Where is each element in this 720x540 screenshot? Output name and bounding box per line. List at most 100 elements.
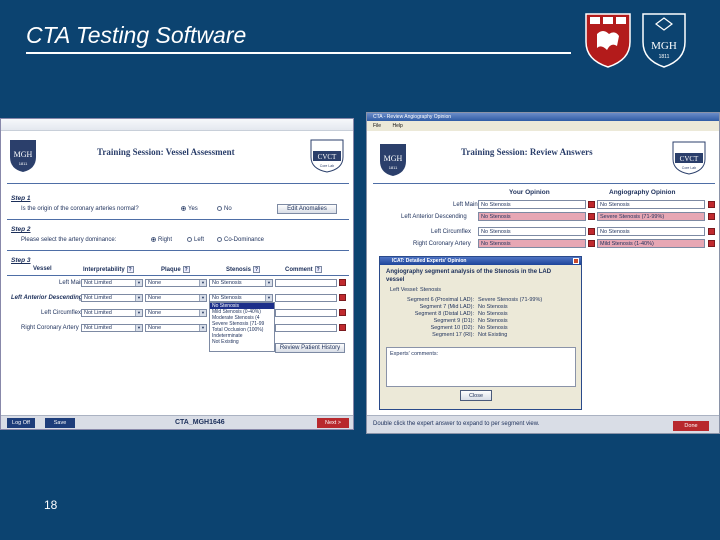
vessel-label: Left Anterior Descending (401, 214, 467, 220)
svg-text:MGH: MGH (14, 150, 33, 159)
radio-yes[interactable]: Yes (181, 206, 198, 212)
save-button[interactable]: Save (45, 418, 75, 428)
stenosis-select[interactable]: No Stenosis ▼ (209, 294, 273, 302)
cvct-badge-icon: CVCT Core Lab (672, 141, 706, 175)
plaque-select[interactable]: None ▼ (145, 294, 207, 302)
close-button[interactable]: Close (460, 390, 492, 401)
case-id: CTA_MGH1646 (175, 419, 225, 426)
chevron-down-icon: ▼ (265, 295, 272, 301)
plaque-value: None (148, 325, 162, 331)
comment-input[interactable] (275, 324, 337, 332)
col-plaque: Plaque? (161, 266, 190, 273)
interpretability-select[interactable]: Not Limited ▼ (81, 324, 143, 332)
next-button[interactable]: Next > (317, 418, 349, 428)
comment-input[interactable] (275, 309, 337, 317)
cvct-badge-icon: CVCT Core Lab (310, 139, 344, 173)
chevron-down-icon: ▼ (135, 280, 142, 286)
col-vessel: Vessel (33, 266, 52, 272)
svg-text:1811: 1811 (659, 54, 670, 60)
comment-button[interactable] (339, 309, 346, 316)
comments-label: Experts' comments: (390, 351, 439, 357)
page-number: 18 (44, 498, 58, 512)
expert-opinion-dialog: ICAT: Detailed Experts' Opinion Angiogra… (379, 256, 582, 410)
vessel-label: Left Main (453, 202, 478, 208)
vessel-label: Left Anterior Descending (11, 295, 83, 301)
session-title: Training Session: Review Answers (461, 147, 593, 157)
plaque-select[interactable]: None ▼ (145, 324, 207, 332)
edit-anomalies-button[interactable]: Edit Anomalies (277, 204, 337, 214)
expand-button[interactable] (708, 240, 715, 247)
segment-value: Not Existing (478, 332, 508, 338)
close-icon[interactable] (573, 258, 579, 264)
footer-hint: Double click the expert answer to expand… (373, 421, 540, 427)
expand-button[interactable] (588, 201, 595, 208)
expand-button[interactable] (708, 201, 715, 208)
expert-answer[interactable]: No Stenosis (597, 227, 705, 236)
comment-button[interactable] (339, 294, 346, 301)
dropdown-option[interactable]: Not Existing (210, 339, 274, 345)
expand-button[interactable] (588, 228, 595, 235)
done-button[interactable]: Done (673, 421, 709, 431)
expert-answer[interactable]: Severe Stenosis (71-99%) (597, 212, 705, 221)
help-icon[interactable]: ? (126, 266, 134, 273)
radio-codominance-dot[interactable] (217, 237, 222, 242)
radio-no[interactable]: No (217, 206, 232, 212)
radio-right-dot[interactable] (151, 237, 156, 242)
menu-file[interactable]: File (373, 123, 381, 129)
col-comment: Comment? (285, 266, 322, 273)
help-icon[interactable]: ? (314, 266, 322, 273)
expert-answer[interactable]: Mild Stenosis (1-40%) (597, 239, 705, 248)
radio-right[interactable]: Right (151, 237, 172, 243)
stenosis-value: No Stenosis (212, 280, 242, 286)
radio-yes-label: Yes (188, 206, 198, 213)
expand-button[interactable] (708, 213, 715, 220)
expand-button[interactable] (588, 213, 595, 220)
svg-text:CVCT: CVCT (318, 153, 337, 161)
svg-text:1811: 1811 (19, 161, 28, 166)
radio-no-dot[interactable] (217, 206, 222, 211)
interpretability-select[interactable]: Not Limited ▼ (81, 309, 143, 317)
svg-text:CVCT: CVCT (680, 155, 699, 163)
chevron-down-icon: ▼ (199, 310, 206, 316)
radio-codominance[interactable]: Co-Dominance (217, 237, 264, 243)
slide-title: CTA Testing Software (26, 22, 247, 48)
step1-divider (7, 219, 349, 220)
comment-input[interactable] (275, 294, 337, 302)
step3-header-divider (7, 275, 349, 276)
interpretability-select[interactable]: Not Limited ▼ (81, 279, 143, 287)
expand-button[interactable] (708, 228, 715, 235)
plaque-select[interactable]: None ▼ (145, 279, 207, 287)
comment-input[interactable] (275, 279, 337, 287)
header-divider (373, 183, 715, 184)
segment-name: Segment 8 (Distal LAD): (414, 311, 474, 317)
radio-left-dot[interactable] (187, 237, 192, 242)
radio-left-label: Left (194, 237, 205, 244)
segment-value: No Stenosis (478, 304, 508, 310)
interpretability-select[interactable]: Not Limited ▼ (81, 294, 143, 302)
vessel-label: Right Coronary Artery (413, 241, 471, 247)
plaque-value: None (148, 310, 162, 316)
expert-answer[interactable]: No Stenosis (597, 200, 705, 209)
logoff-button[interactable]: Log Off (7, 418, 35, 428)
stenosis-value: No Stenosis (212, 295, 242, 301)
help-icon[interactable]: ? (182, 266, 190, 273)
stenosis-dropdown-list[interactable]: No Stenosis Mild Stenosis (0-40%) Modera… (209, 302, 275, 352)
stenosis-select[interactable]: No Stenosis ▼ (209, 279, 273, 287)
comment-button[interactable] (339, 324, 346, 331)
mgh-badge-icon: MGH 1811 (10, 140, 36, 172)
harvard-shield-icon (585, 13, 631, 68)
review-patient-history-button[interactable]: Review Patient History (275, 343, 345, 353)
svg-text:Core Lab: Core Lab (320, 164, 334, 168)
segment-name: Segment 6 (Proximal LAD): (407, 297, 474, 303)
segment-value: No Stenosis (478, 325, 508, 331)
step2-label: Step 2 (11, 226, 31, 233)
comment-button[interactable] (339, 279, 346, 286)
help-icon[interactable]: ? (253, 266, 261, 273)
expand-button[interactable] (588, 240, 595, 247)
menu-help[interactable]: Help (392, 123, 402, 129)
col-stenosis: Stenosis? (226, 266, 261, 273)
experts-comments-box[interactable]: Experts' comments: (386, 347, 576, 387)
plaque-select[interactable]: None ▼ (145, 309, 207, 317)
radio-left[interactable]: Left (187, 237, 204, 243)
radio-yes-dot[interactable] (181, 206, 186, 211)
